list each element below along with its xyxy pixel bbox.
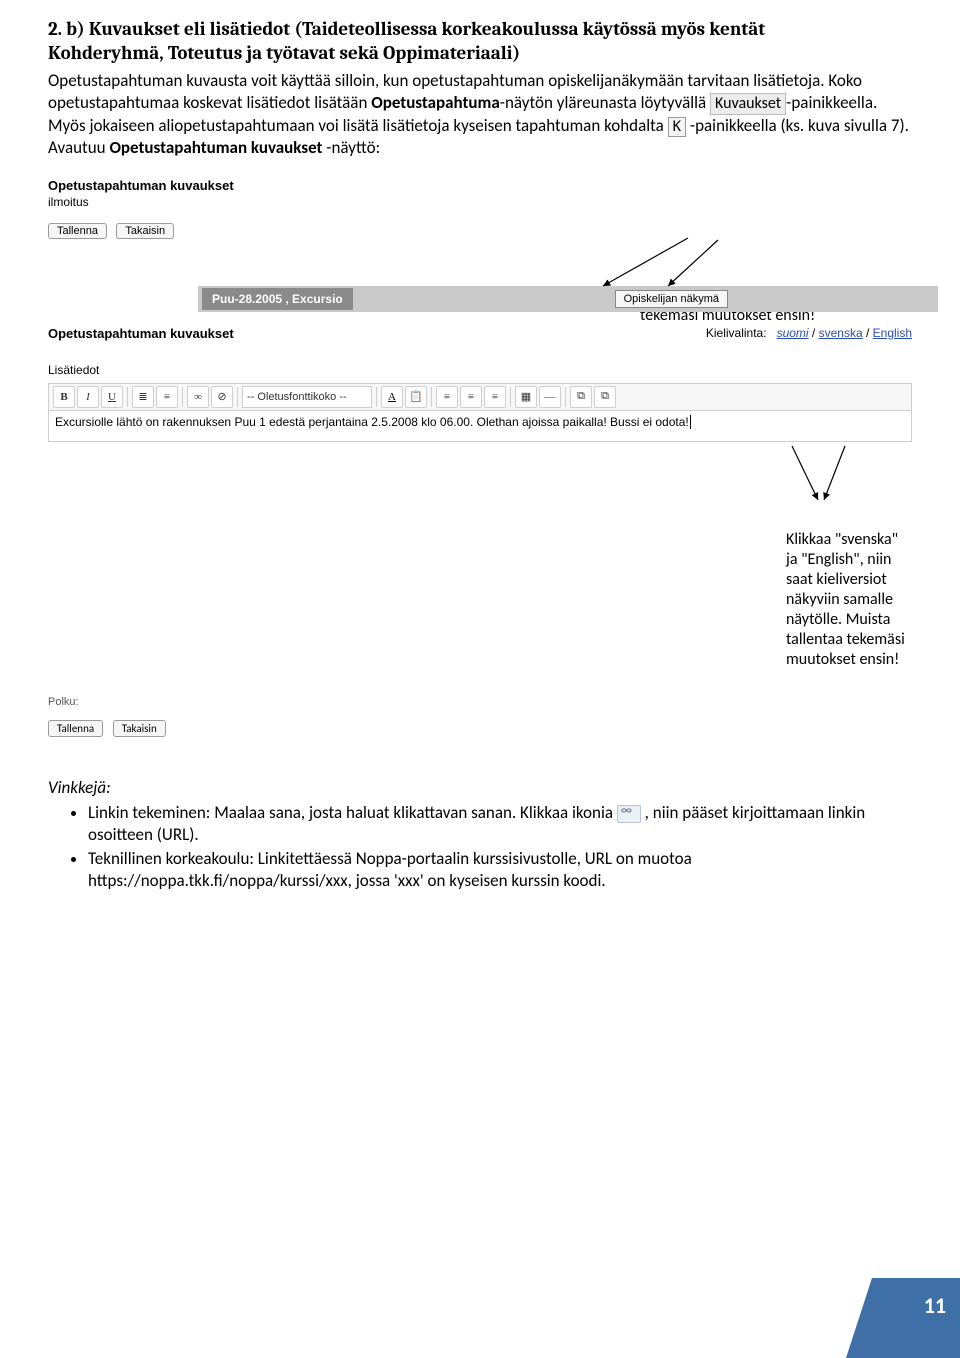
note2-l1: Klikkaa "svenska" <box>786 530 898 549</box>
font-color-icon[interactable]: A <box>381 386 403 408</box>
bullet-list-icon[interactable]: ≣ <box>132 386 154 408</box>
toolbar-sep <box>376 387 377 407</box>
toolbar-sep <box>431 387 432 407</box>
p1f: Opetustapahtuman kuvaukset <box>109 137 322 158</box>
tips-list: Linkin tekeminen: Maalaa sana, josta hal… <box>48 802 912 892</box>
lang-sv-link[interactable]: svenska <box>819 326 863 340</box>
section-heading: 2. b) Kuvaukset eli lisätiedot (Taideteo… <box>48 18 912 66</box>
p1c: -näytön yläreunasta löytyvällä <box>500 92 710 113</box>
hr-icon[interactable]: — <box>539 386 561 408</box>
p1b: Opetustapahtuma <box>371 92 500 113</box>
kuvaukset-button-label: Kuvaukset <box>710 93 786 116</box>
course-code: Puu-28.2005 , Excursio <box>202 288 353 310</box>
back-button-bottom[interactable]: Takaisin <box>113 720 166 737</box>
heading-line2: Kohderyhmä, Toteutus ja työtavat sekä Op… <box>48 42 520 64</box>
language-selector: Kielivalinta: suomi / svenska / English <box>706 326 912 340</box>
heading-line1: 2. b) Kuvaukset eli lisätiedot (Taideteo… <box>48 18 765 40</box>
font-size-select[interactable]: -- Oletusfonttikoko -- <box>242 386 372 408</box>
tips-heading: Vinkkejä: <box>48 777 912 798</box>
tip-item-noppa: Teknillinen korkeakoulu: Linkitettäessä … <box>88 848 912 892</box>
tip-item-link: Linkin tekeminen: Maalaa sana, josta hal… <box>88 802 912 846</box>
paste-icon[interactable]: 📋 <box>405 386 427 408</box>
save-button-bottom[interactable]: Tallenna <box>48 720 103 737</box>
shot2-subtitle: Lisätiedot <box>48 363 912 377</box>
toolbar-sep <box>510 387 511 407</box>
save-button[interactable]: Tallenna <box>48 223 107 239</box>
caret-icon <box>690 415 691 429</box>
bottom-buttons: Tallenna Takaisin <box>48 718 912 737</box>
align-center-icon[interactable]: ≡ <box>460 386 482 408</box>
annotation-arrows-2 <box>0 440 912 560</box>
lang-fi-link[interactable]: suomi <box>777 326 809 340</box>
toolbar-sep <box>237 387 238 407</box>
shot1-subtitle: ilmoitus <box>48 195 912 209</box>
numbered-list-icon[interactable]: ≡ <box>156 386 178 408</box>
course-bar: Puu-28.2005 , Excursio Opiskelijan näkym… <box>198 286 938 312</box>
link-icon <box>617 805 641 823</box>
note2-l6: tallentaa tekemäsi <box>786 630 905 649</box>
screenshot-kuvaukset-top: Opetustapahtuman kuvaukset ilmoitus Tall… <box>48 178 912 318</box>
paste-plain-icon[interactable]: ⧉ <box>594 386 616 408</box>
editor-text: Excursiolle lähtö on rakennuksen Puu 1 e… <box>55 415 689 429</box>
link-icon[interactable]: ∞ <box>187 386 209 408</box>
annotation-languages: Klikkaa "svenska" ja "English", niin saa… <box>786 530 936 670</box>
page-number: 11 <box>924 1292 946 1319</box>
toolbar-sep <box>182 387 183 407</box>
shot1-title: Opetustapahtuman kuvaukset <box>48 178 912 193</box>
page-number-tab: 11 <box>872 1278 960 1358</box>
note2-l5: näytölle. Muista <box>786 610 890 629</box>
toolbar-sep <box>127 387 128 407</box>
align-left-icon[interactable]: ≡ <box>436 386 458 408</box>
note2-l2: ja "English", niin <box>786 550 891 569</box>
screenshot-kuvaukset-editor: Opetustapahtuman kuvaukset Kielivalinta:… <box>48 326 912 416</box>
note2-l7: muutokset ensin! <box>786 650 899 669</box>
lang-en-link[interactable]: English <box>873 326 912 340</box>
table-icon[interactable]: ▦ <box>515 386 537 408</box>
copy-icon[interactable]: ⧉ <box>570 386 592 408</box>
k-button-label: K <box>668 117 686 137</box>
student-view-button[interactable]: Opiskelijan näkymä <box>615 290 728 308</box>
underline-icon[interactable]: U <box>101 386 123 408</box>
note2-l4: näkyviin samalle <box>786 590 893 609</box>
p1g: -näyttö: <box>322 137 380 158</box>
back-button[interactable]: Takaisin <box>116 223 174 239</box>
tip1a: Linkin tekeminen: Maalaa sana, josta hal… <box>88 802 617 823</box>
editor-toolbar: B I U ≣ ≡ ∞ ⊘ -- Oletusfonttikoko -- A 📋… <box>48 383 912 411</box>
toolbar-sep <box>565 387 566 407</box>
bold-icon[interactable]: B <box>53 386 75 408</box>
intro-paragraph: Opetustapahtuman kuvausta voit käyttää s… <box>48 70 912 160</box>
path-label: Polku: <box>48 696 912 708</box>
editor-content[interactable]: Excursiolle lähtö on rakennuksen Puu 1 e… <box>48 411 912 442</box>
unlink-icon[interactable]: ⊘ <box>211 386 233 408</box>
italic-icon[interactable]: I <box>77 386 99 408</box>
lang-label: Kielivalinta: <box>706 326 767 340</box>
note2-l3: saat kieliversiot <box>786 570 887 589</box>
align-right-icon[interactable]: ≡ <box>484 386 506 408</box>
